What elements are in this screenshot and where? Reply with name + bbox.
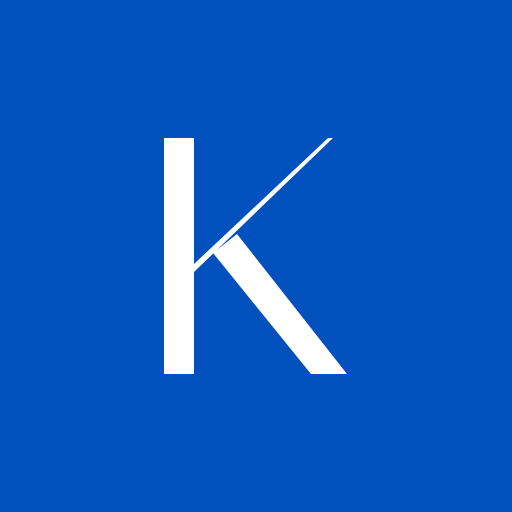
app-icon: K (0, 0, 512, 512)
k-lower-leg (213, 234, 347, 374)
k-letter-logo-icon (164, 138, 347, 374)
k-stem (164, 138, 194, 374)
